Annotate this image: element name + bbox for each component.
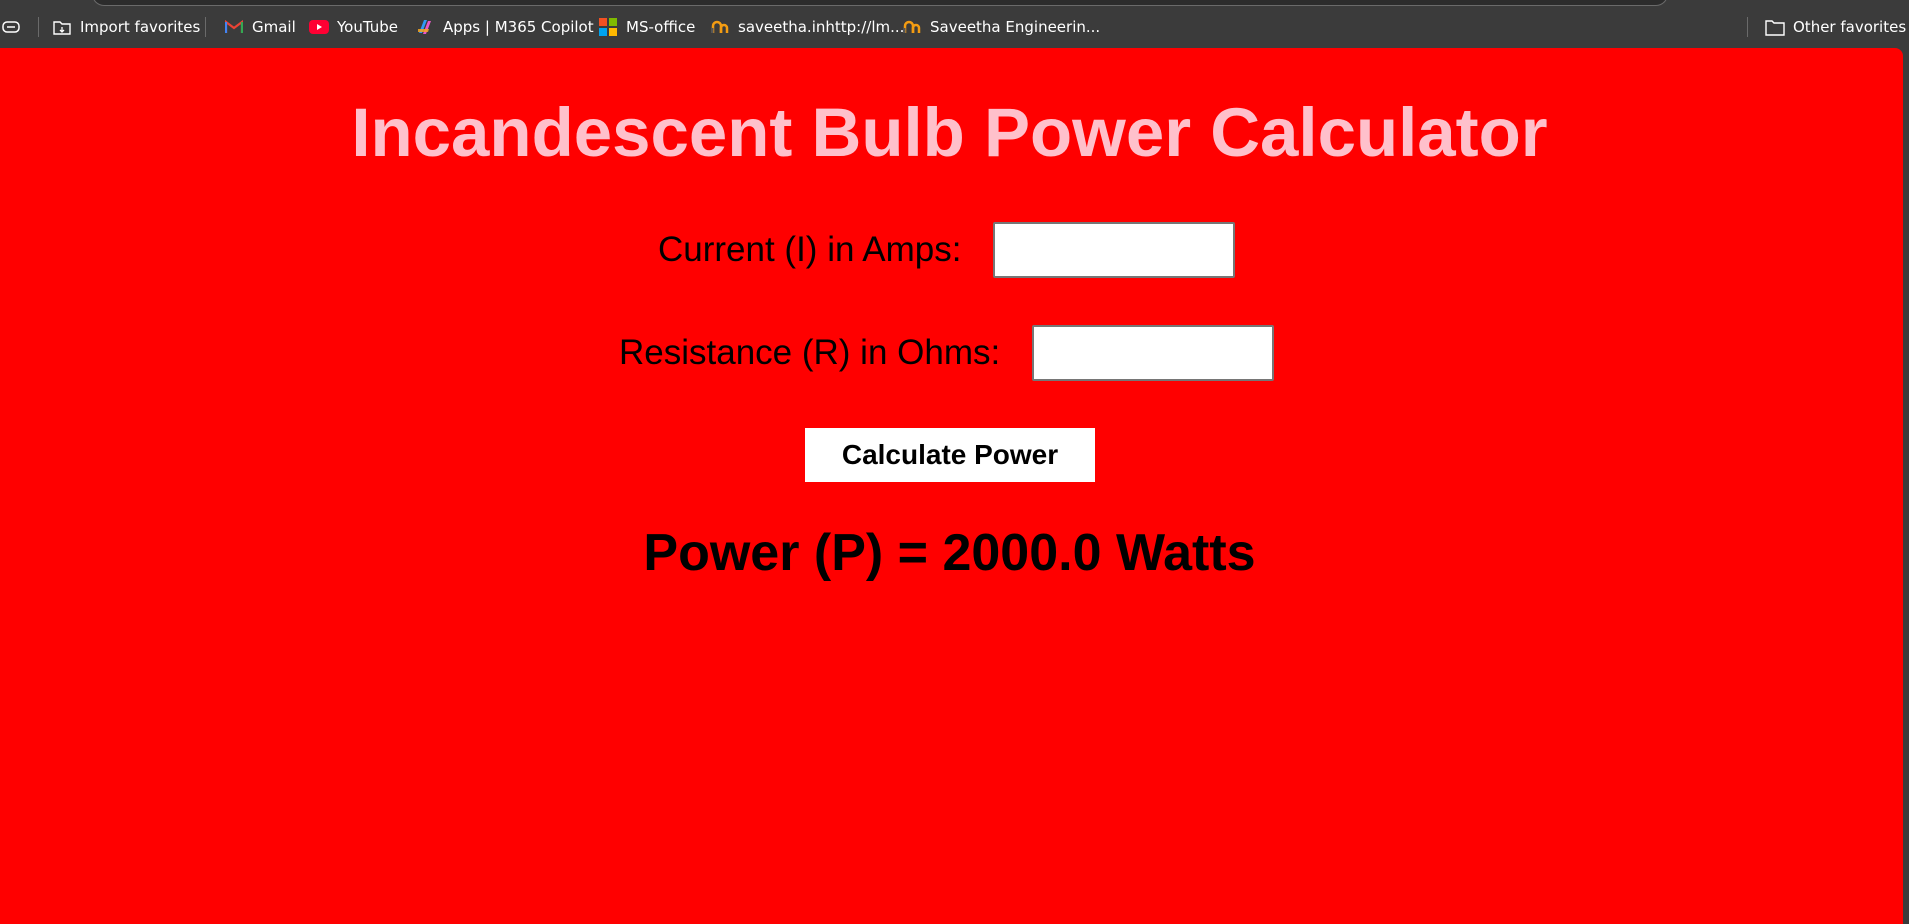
saveetha-icon	[902, 17, 922, 37]
favorite-gmail[interactable]: Gmail	[224, 14, 296, 40]
favorite-m365-copilot[interactable]: Apps | M365 Copilot	[415, 14, 594, 40]
favorite-saveetha-engineering[interactable]: Saveetha Engineerin...	[902, 14, 1100, 40]
favorite-label: Saveetha Engineerin...	[930, 18, 1101, 36]
resistance-label: Resistance (R) in Ohms:	[619, 333, 1001, 372]
current-label: Current (I) in Amps:	[658, 230, 962, 269]
resistance-field-row: Resistance (R) in Ohms:	[619, 325, 1275, 381]
divider	[205, 17, 206, 37]
favorite-ms-office[interactable]: MS-office	[598, 14, 695, 40]
favorite-saveetha-lms[interactable]: saveetha.inhttp://lm...	[710, 14, 904, 40]
copilot-icon	[415, 17, 435, 37]
import-favorites-label: Import favorites	[80, 18, 201, 36]
reading-view-icon[interactable]	[2, 14, 20, 40]
favorite-label: MS-office	[626, 18, 696, 36]
import-favorites-icon	[52, 17, 72, 37]
resistance-input[interactable]	[1032, 325, 1275, 381]
other-favorites-button[interactable]: Other favorites	[1765, 14, 1906, 40]
address-bar-edge	[92, 0, 1668, 6]
favorites-bar: Import favorites Gmail YouTube Apps | M3…	[0, 0, 1909, 48]
divider	[1747, 17, 1748, 37]
favorite-label: Gmail	[252, 18, 296, 36]
window-edge	[1903, 48, 1909, 924]
youtube-icon	[309, 17, 329, 37]
favorite-label: Apps | M365 Copilot	[443, 18, 594, 36]
gmail-icon	[224, 17, 244, 37]
calculate-power-button[interactable]: Calculate Power	[805, 428, 1095, 482]
current-field-row: Current (I) in Amps:	[658, 222, 1236, 278]
page-content: Incandescent Bulb Power Calculator Curre…	[0, 48, 1903, 924]
import-favorites-button[interactable]: Import favorites	[52, 14, 200, 40]
divider	[38, 17, 39, 37]
page-title: Incandescent Bulb Power Calculator	[351, 94, 1548, 171]
folder-icon	[1765, 17, 1785, 37]
current-input[interactable]	[993, 222, 1236, 278]
saveetha-icon	[710, 17, 730, 37]
favorite-youtube[interactable]: YouTube	[309, 14, 398, 40]
favorite-label: saveetha.inhttp://lm...	[738, 18, 905, 36]
power-result: Power (P) = 2000.0 Watts	[643, 524, 1256, 582]
other-favorites-label: Other favorites	[1793, 18, 1907, 36]
microsoft-icon	[598, 17, 618, 37]
favorite-label: YouTube	[337, 18, 398, 36]
